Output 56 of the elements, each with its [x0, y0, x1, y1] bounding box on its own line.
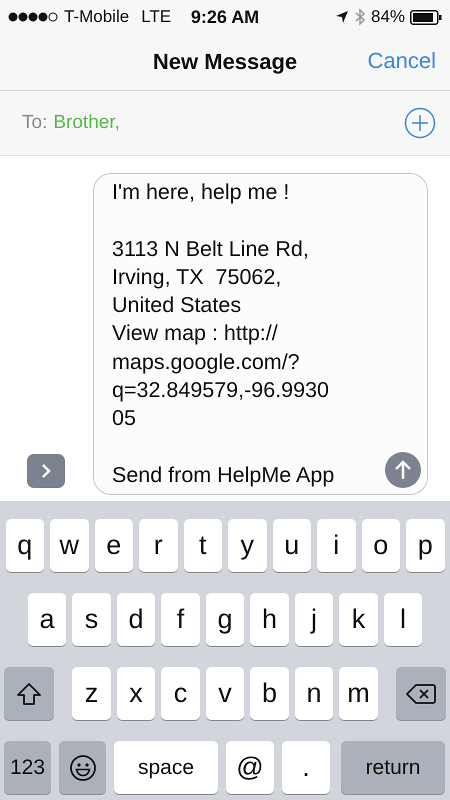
- chevron-icon: [40, 463, 52, 479]
- to-label: To:: [22, 112, 48, 134]
- delete-key[interactable]: [396, 667, 446, 720]
- numbers-key[interactable]: 123: [4, 741, 51, 794]
- space-key[interactable]: space: [114, 741, 218, 794]
- message-text: I'm here, help me !: [112, 179, 290, 206]
- letter-key[interactable]: s: [72, 593, 111, 646]
- letter-key[interactable]: o: [362, 519, 400, 572]
- emoji-key[interactable]: [59, 741, 106, 794]
- smiley-icon: [68, 754, 96, 782]
- battery-percent: 84%: [370, 7, 406, 27]
- letter-key[interactable]: d: [116, 593, 156, 646]
- shift-icon: [16, 682, 42, 706]
- letter-key[interactable]: v: [206, 667, 244, 720]
- signal-icon: [8, 12, 58, 22]
- shift-key[interactable]: [4, 667, 54, 720]
- arrow-up-icon: [394, 459, 412, 481]
- location-icon: [334, 10, 349, 24]
- message-text: 3113 N Belt Line Rd, Irving, TX 75062, United States View map : http:// maps.google.com/? q=32.849579,-96.9930 05: [112, 236, 329, 432]
- clock: 9:26 AM: [190, 6, 260, 28]
- return-key[interactable]: return: [341, 741, 445, 794]
- add-contact-icon[interactable]: [404, 107, 436, 139]
- bluetooth-icon: [354, 8, 366, 26]
- symbol-key[interactable]: .: [282, 741, 330, 794]
- letter-key[interactable]: i: [317, 519, 356, 572]
- letter-key[interactable]: f: [161, 593, 200, 646]
- letter-key[interactable]: k: [339, 593, 378, 646]
- symbol-key[interactable]: @: [226, 741, 274, 794]
- letter-key[interactable]: b: [250, 667, 289, 720]
- letter-key[interactable]: u: [272, 519, 311, 572]
- message-field[interactable]: I'm here, help me ! 3113 N Belt Line Rd, Irving, TX 75062, United States View map : http:// maps.google.com/? q=32.849579,-96.9930 05 Send from HelpMe App: [93, 173, 428, 495]
- letter-key[interactable]: h: [250, 593, 289, 646]
- letter-key[interactable]: y: [228, 519, 266, 572]
- carrier-name: T-Mobile: [64, 7, 130, 27]
- network-type: LTE: [141, 7, 172, 27]
- message-text: Send from HelpMe App: [112, 462, 334, 489]
- letter-key[interactable]: e: [94, 519, 133, 572]
- letter-key[interactable]: j: [294, 593, 334, 646]
- send-button[interactable]: [385, 452, 421, 488]
- letter-key[interactable]: g: [206, 593, 244, 646]
- letter-key[interactable]: w: [50, 519, 88, 572]
- letter-key[interactable]: n: [294, 667, 334, 720]
- letter-key[interactable]: m: [339, 667, 378, 720]
- letter-key[interactable]: t: [184, 519, 222, 572]
- letter-key[interactable]: z: [72, 667, 111, 720]
- letter-key[interactable]: r: [139, 519, 178, 572]
- letter-key[interactable]: c: [161, 667, 200, 720]
- letter-key[interactable]: p: [406, 519, 444, 572]
- letter-key[interactable]: x: [116, 667, 156, 720]
- letter-key[interactable]: a: [28, 593, 66, 646]
- letter-key[interactable]: l: [384, 593, 422, 646]
- expand-button[interactable]: [27, 454, 65, 488]
- backspace-icon: [406, 682, 436, 704]
- battery-icon: [410, 10, 442, 24]
- letter-key[interactable]: q: [6, 519, 44, 572]
- screen-title: New Message: [152, 49, 298, 75]
